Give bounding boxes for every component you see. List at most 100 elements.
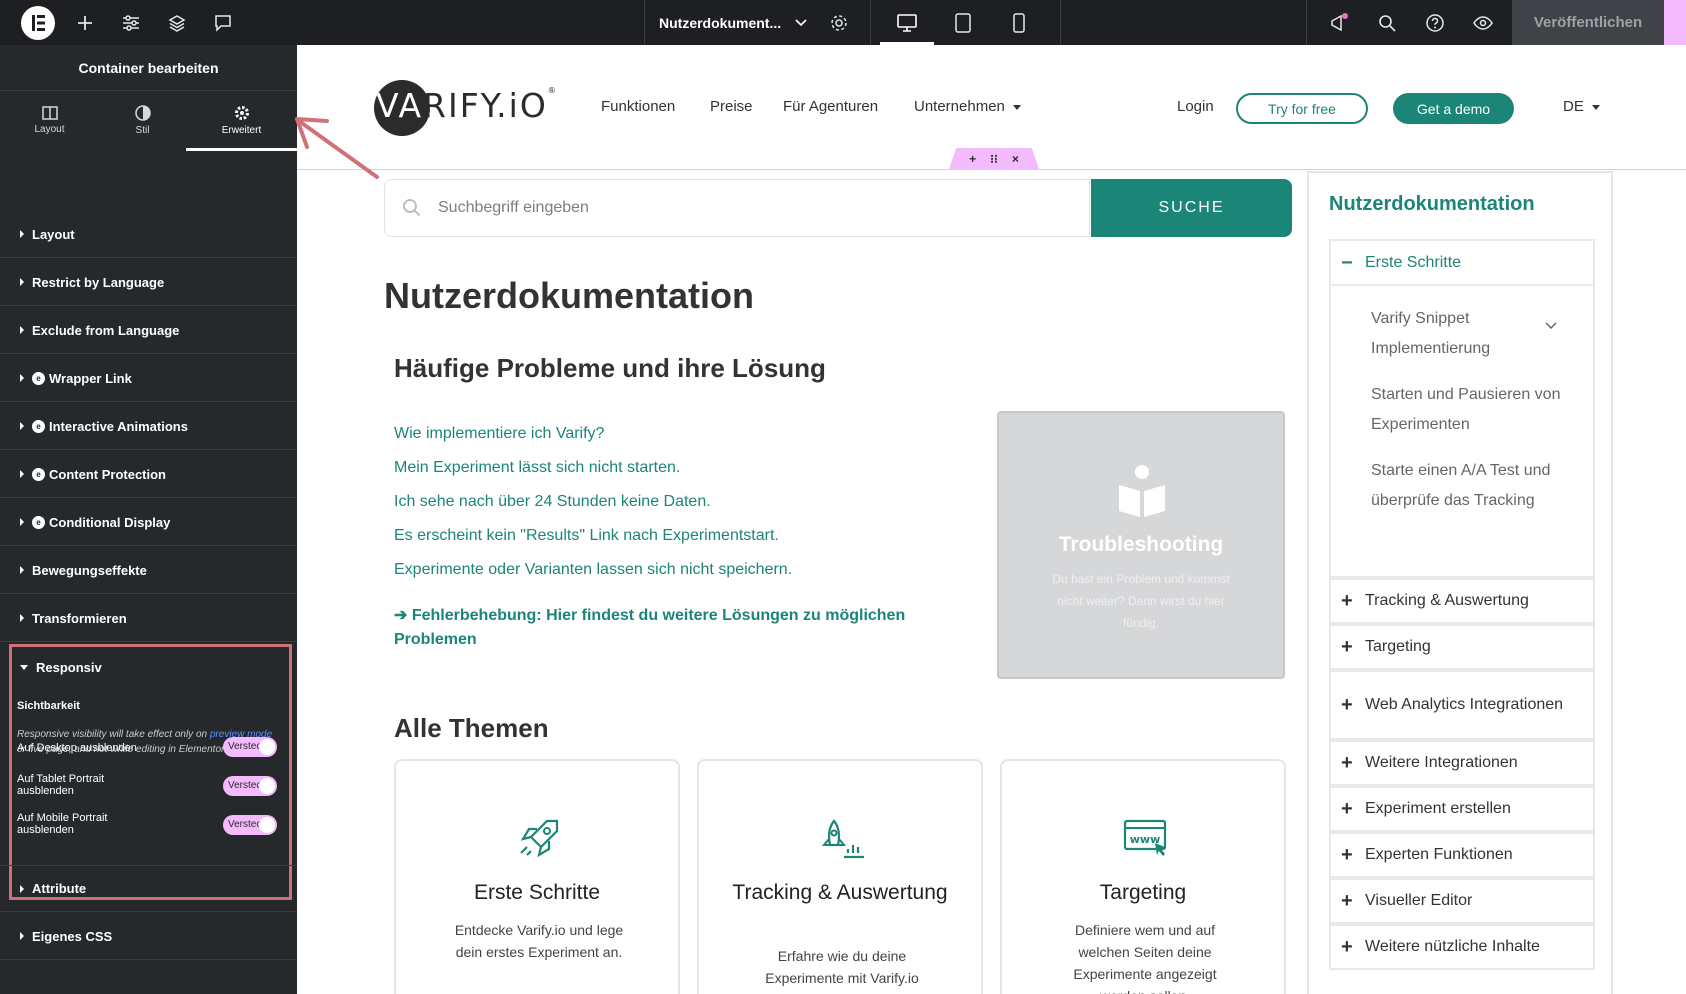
section-item[interactable]: Transformieren (0, 595, 297, 642)
faq-title: Häufige Probleme und ihre Lösung (394, 353, 826, 383)
eye-icon (1473, 15, 1493, 30)
tab-advanced[interactable]: Erweitert (192, 92, 291, 194)
preview-button[interactable] (1470, 0, 1496, 45)
section-item[interactable]: Exclude from Language (0, 307, 297, 354)
search-placeholder: Suchbegriff eingeben (438, 199, 589, 216)
toggle-knob (259, 817, 275, 833)
nav-functions[interactable]: Funktionen (601, 98, 675, 115)
theme-card-tracking[interactable]: Tracking & Auswertung Erfahre wie du dei… (697, 759, 983, 994)
section-item[interactable]: Bewegungseffekte (0, 547, 297, 594)
sidebar-submenu: Varify Snippet Implementierung Starten u… (1329, 286, 1595, 578)
troubleshooting-card[interactable]: Troubleshooting Du hast ein Problem und … (997, 411, 1285, 679)
sidebar-item-first-steps[interactable]: − Erste Schritte (1329, 239, 1595, 286)
section-item[interactable]: e Conditional Display (0, 499, 297, 546)
section-item[interactable]: e Interactive Animations (0, 403, 297, 450)
document-title-dropdown[interactable]: Nutzerdokument... (645, 0, 815, 45)
logo-registered-mark: ® (547, 86, 558, 95)
search-input[interactable]: Suchbegriff eingeben (384, 179, 1090, 237)
section-label: Exclude from Language (32, 322, 180, 338)
chevron-down-icon[interactable] (1545, 322, 1557, 330)
pro-badge-icon: e (32, 371, 45, 385)
try-for-free-button[interactable]: Try for free (1236, 93, 1368, 124)
nav-login[interactable]: Login (1177, 98, 1214, 115)
sidebar-item-label: Experten Funktionen (1365, 846, 1513, 863)
mobile-icon (1013, 12, 1025, 33)
responsive-highlight-box (9, 644, 292, 900)
sidebar-subitem[interactable]: Starte einen A/A Test und überprüfe das … (1371, 456, 1561, 516)
sidebar-item[interactable]: + Visueller Editor (1329, 878, 1595, 924)
container-handle[interactable]: + ⁝⁝ × (949, 148, 1039, 169)
sidebar-item[interactable]: + Weitere Integrationen (1329, 740, 1595, 786)
tab-layout[interactable]: Layout (0, 92, 99, 194)
publish-button[interactable]: Veröffentlichen (1512, 0, 1664, 45)
drag-handle-icon[interactable]: ⁝⁝ (990, 152, 998, 166)
sidebar-item[interactable]: + Targeting (1329, 624, 1595, 670)
tablet-view-button[interactable] (950, 0, 976, 45)
theme-text: Entdecke Varify.io und lege dein erstes … (454, 922, 624, 960)
delete-container-icon[interactable]: × (1012, 152, 1019, 166)
sidebar-item[interactable]: + Experten Funktionen (1329, 832, 1595, 878)
add-element-button[interactable] (72, 0, 98, 45)
sidebar-subitem[interactable]: Varify Snippet Implementierung (1371, 304, 1561, 364)
caret-right-icon (20, 326, 24, 334)
section-item[interactable]: Restrict by Language (0, 259, 297, 306)
section-responsive[interactable]: Responsiv (20, 660, 102, 675)
section-item[interactable]: e Wrapper Link (0, 355, 297, 402)
site-settings-button[interactable] (118, 0, 144, 45)
theme-title: Erste Schritte (473, 881, 601, 904)
sidebar-item[interactable]: + Tracking & Auswertung (1329, 578, 1595, 624)
faq-link[interactable]: Es erscheint kein "Results" Link nach Ex… (394, 527, 779, 545)
notes-button[interactable] (210, 0, 236, 45)
section-attribute[interactable]: Attribute (0, 865, 297, 912)
faq-link[interactable]: Mein Experiment lässt sich nicht starten… (394, 459, 680, 477)
sidebar-item[interactable]: + Experiment erstellen (1329, 786, 1595, 832)
faq-link[interactable]: Experimente oder Varianten lassen sich n… (394, 561, 792, 579)
hide-mobile-toggle[interactable]: Versteckt (223, 815, 277, 835)
site-logo[interactable]: VARIFY.iO® (376, 86, 558, 125)
caret-right-icon (20, 422, 24, 430)
section-custom-css[interactable]: Eigenes CSS (0, 913, 297, 960)
elementor-logo-button[interactable] (18, 0, 58, 45)
desktop-view-button[interactable] (880, 0, 934, 45)
sidebar-item[interactable]: + Web Analytics Integrationen (1329, 670, 1595, 740)
hide-tablet-toggle[interactable]: Versteckt (223, 776, 277, 796)
nav-company[interactable]: Unternehmen (914, 98, 1021, 115)
whats-new-button[interactable] (1326, 0, 1352, 45)
section-item[interactable]: Layout (0, 211, 297, 258)
sidebar-item-label: Tracking & Auswertung (1365, 592, 1529, 609)
page-settings-button[interactable] (826, 0, 852, 45)
sidebar-item[interactable]: + Weitere nützliche Inhalte (1329, 924, 1595, 970)
visibility-note-text: Responsive visibility will take effect o… (17, 729, 210, 740)
nav-agencies[interactable]: Für Agenturen (783, 98, 878, 115)
structure-button[interactable] (164, 0, 190, 45)
section-label: Content Protection (49, 466, 166, 482)
section-item[interactable]: e Content Protection (0, 451, 297, 498)
faq-link[interactable]: Ich sehe nach über 24 Stunden keine Date… (394, 493, 711, 511)
www-browser-icon: www (1123, 819, 1167, 856)
caret-right-icon (20, 278, 24, 286)
caret-down-icon (20, 665, 28, 670)
tablet-icon (955, 12, 971, 33)
tracking-rocket-chart-icon (821, 819, 864, 859)
sidebar-item-label: Experiment erstellen (1365, 800, 1511, 817)
theme-card-first-steps[interactable]: Erste Schritte Entdecke Varify.io und le… (394, 759, 680, 994)
hide-desktop-toggle[interactable]: Versteckt (223, 737, 277, 757)
layers-icon (168, 14, 186, 32)
publish-options-button[interactable] (1664, 0, 1686, 45)
help-button[interactable] (1422, 0, 1448, 45)
troubleshooting-link[interactable]: ➔ Fehlerbehebung: Hier findest du weiter… (394, 604, 954, 652)
sidebar-subitem[interactable]: Starten und Pausieren von Experimenten (1371, 380, 1561, 440)
get-a-demo-button[interactable]: Get a demo (1393, 93, 1514, 124)
search-button[interactable]: SUCHE (1091, 179, 1292, 237)
theme-card-targeting[interactable]: www Targeting Definiere wem und auf welc… (1000, 759, 1286, 994)
faq-link[interactable]: Wie implementiere ich Varify? (394, 425, 604, 443)
sidebar-item-label: Web Analytics Integrationen (1365, 696, 1564, 713)
nav-prices[interactable]: Preise (710, 98, 753, 115)
finder-button[interactable] (1374, 0, 1400, 45)
nav-company-label: Unternehmen (914, 98, 1005, 115)
add-container-icon[interactable]: + (969, 152, 976, 166)
tab-style[interactable]: Stil (93, 92, 192, 194)
mobile-view-button[interactable] (1006, 0, 1032, 45)
docs-sidebar: Nutzerdokumentation − Erste Schritte Var… (1307, 171, 1613, 994)
language-switcher[interactable]: DE (1563, 98, 1600, 115)
